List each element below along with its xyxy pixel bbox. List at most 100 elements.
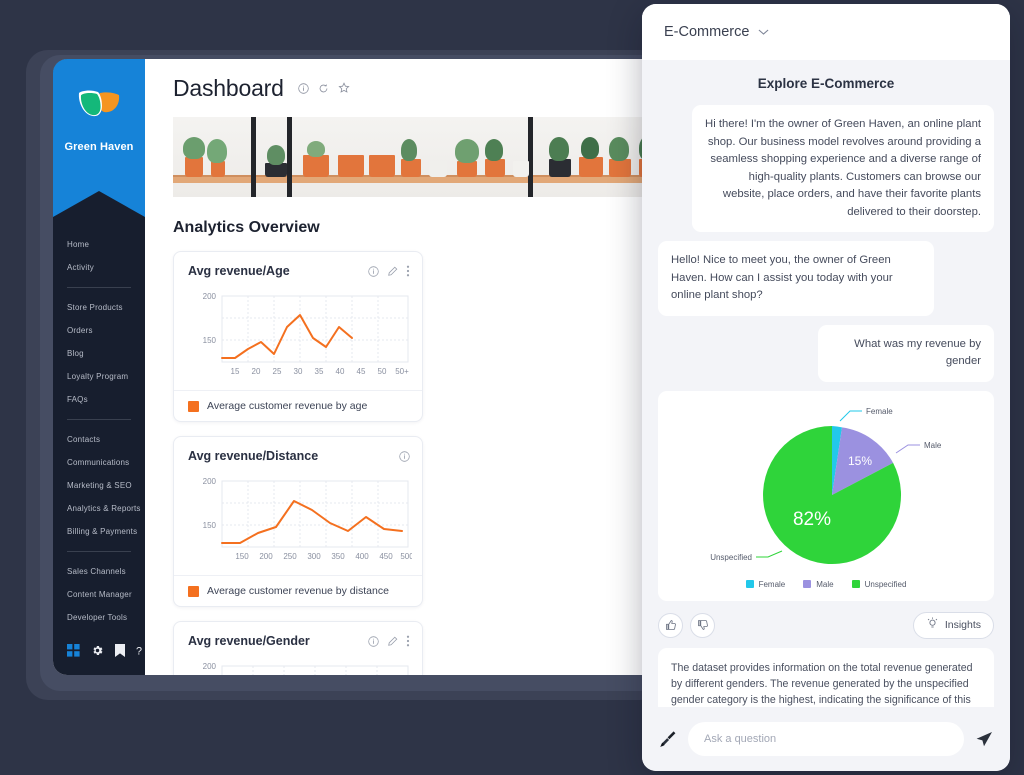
banner-pot <box>609 159 631 177</box>
sidebar-item-marketing-seo[interactable]: Marketing & SEO <box>53 474 145 497</box>
broom-icon[interactable] <box>658 729 678 749</box>
lightbulb-icon <box>926 617 939 633</box>
banner-pot <box>457 161 477 177</box>
legend-label: Average customer revenue by age <box>207 400 368 412</box>
sidebar-item-contacts[interactable]: Contacts <box>53 428 145 451</box>
svg-text:200: 200 <box>203 477 217 486</box>
sidebar-item-loyalty-program[interactable]: Loyalty Program <box>53 365 145 388</box>
feedback-row: Insights <box>658 611 994 639</box>
svg-text:45: 45 <box>357 367 366 376</box>
svg-text:150: 150 <box>203 521 217 530</box>
info-icon[interactable] <box>399 450 410 462</box>
banner-plant <box>183 137 205 159</box>
banner-pot <box>401 159 421 177</box>
banner-pot <box>579 157 603 177</box>
banner-pot <box>265 163 287 177</box>
svg-text:450: 450 <box>379 552 393 561</box>
grid-icon[interactable] <box>67 644 80 657</box>
banner-plant <box>455 139 479 163</box>
insights-paragraph: The dataset provides information on the … <box>671 661 973 706</box>
send-icon[interactable] <box>974 729 994 749</box>
search-input[interactable] <box>688 722 964 756</box>
card-legend: Average customer revenue by distance <box>174 575 422 606</box>
svg-text:?: ? <box>136 645 142 657</box>
sidebar-item-store-products[interactable]: Store Products <box>53 296 145 319</box>
svg-text:150: 150 <box>203 336 217 345</box>
banner-plant <box>609 137 629 161</box>
insights-button-label: Insights <box>944 619 981 631</box>
refresh-icon[interactable] <box>318 83 329 94</box>
sidebar-item-faqs[interactable]: FAQs <box>53 388 145 411</box>
legend-swatch-unspecified <box>851 580 860 588</box>
banner-pot <box>303 155 329 177</box>
thumbs-down-icon[interactable] <box>690 612 715 638</box>
sidebar-divider-2 <box>67 419 131 420</box>
dashboard-main: Dashboard Analytics Overview Avg revenue… <box>145 59 673 675</box>
info-icon[interactable] <box>368 635 379 647</box>
page-title-actions <box>298 82 350 94</box>
chat-explore-title: Explore E-Commerce <box>757 76 895 91</box>
banner-pot <box>549 159 571 177</box>
card-title: Avg revenue/Distance <box>188 449 319 463</box>
svg-text:15: 15 <box>231 367 240 376</box>
legend-swatch <box>188 400 199 412</box>
svg-text:30: 30 <box>294 367 303 376</box>
svg-text:200: 200 <box>203 662 217 671</box>
banner-pot <box>429 161 447 177</box>
chevron-down-icon[interactable] <box>758 28 769 36</box>
gear-icon[interactable] <box>91 644 104 657</box>
sidebar-divider-1 <box>67 287 131 288</box>
sidebar-item-billing-payments[interactable]: Billing & Payments <box>53 520 145 543</box>
card-title: Avg revenue/Age <box>188 264 290 278</box>
svg-text:250: 250 <box>283 552 297 561</box>
svg-text:25: 25 <box>273 367 282 376</box>
banner-plant <box>401 139 417 161</box>
more-icon[interactable] <box>406 265 410 277</box>
edit-icon[interactable] <box>387 636 398 647</box>
sidebar-divider-3 <box>67 551 131 552</box>
chart-avg-revenue-gender: 200 150 Gender <box>174 648 422 675</box>
sidebar-item-home[interactable]: Home <box>53 233 145 256</box>
banner-plant <box>549 137 569 161</box>
sidebar-item-sales-channels[interactable]: Sales Channels <box>53 560 145 583</box>
legend-item-unspecified: Unspecified <box>851 579 907 589</box>
brand-banner: Green Haven <box>53 59 145 217</box>
svg-text:35: 35 <box>315 367 324 376</box>
banner-pot <box>338 155 364 177</box>
pie-chart: 15% 82% Female Male Unspecified <box>710 407 942 564</box>
svg-text:300: 300 <box>307 552 321 561</box>
sidebar-item-orders[interactable]: Orders <box>53 319 145 342</box>
banner-pot <box>185 157 203 177</box>
card-actions <box>368 265 410 277</box>
edit-icon[interactable] <box>387 266 398 277</box>
chat-pie-chart-card: 15% 82% Female Male Unspecified Female M… <box>658 390 994 601</box>
sidebar-item-activity[interactable]: Activity <box>53 256 145 279</box>
banner-plant <box>267 145 285 165</box>
banner-plant <box>307 141 325 157</box>
thumbs-up-icon[interactable] <box>658 612 683 638</box>
more-icon[interactable] <box>406 635 410 647</box>
sidebar-item-blog[interactable]: Blog <box>53 342 145 365</box>
svg-text:500: 500 <box>400 552 412 561</box>
sidebar-item-developer-tools[interactable]: Developer Tools <box>53 606 145 629</box>
info-icon[interactable] <box>368 265 379 277</box>
sidebar-item-communications[interactable]: Communications <box>53 451 145 474</box>
svg-text:20: 20 <box>252 367 261 376</box>
svg-text:150: 150 <box>235 552 249 561</box>
star-icon[interactable] <box>338 82 350 94</box>
banner-pot <box>211 161 225 177</box>
pie-legend: Female Male Unspecified <box>664 576 988 595</box>
section-title: Analytics Overview <box>173 219 320 236</box>
bookmark-icon[interactable] <box>115 644 125 657</box>
banner-pot <box>485 159 505 177</box>
store-banner-image <box>173 117 673 197</box>
banner-plant <box>207 139 227 163</box>
sidebar-item-content-manager[interactable]: Content Manager <box>53 583 145 606</box>
sidebar-item-analytics-reports[interactable]: Analytics & Reports <box>53 497 145 520</box>
banner-rod-2 <box>287 117 292 197</box>
info-icon[interactable] <box>298 82 309 94</box>
legend-label-unspecified: Unspecified <box>864 579 907 589</box>
svg-text:50: 50 <box>378 367 387 376</box>
legend-swatch-male <box>803 580 812 588</box>
insights-button[interactable]: Insights <box>912 611 994 639</box>
